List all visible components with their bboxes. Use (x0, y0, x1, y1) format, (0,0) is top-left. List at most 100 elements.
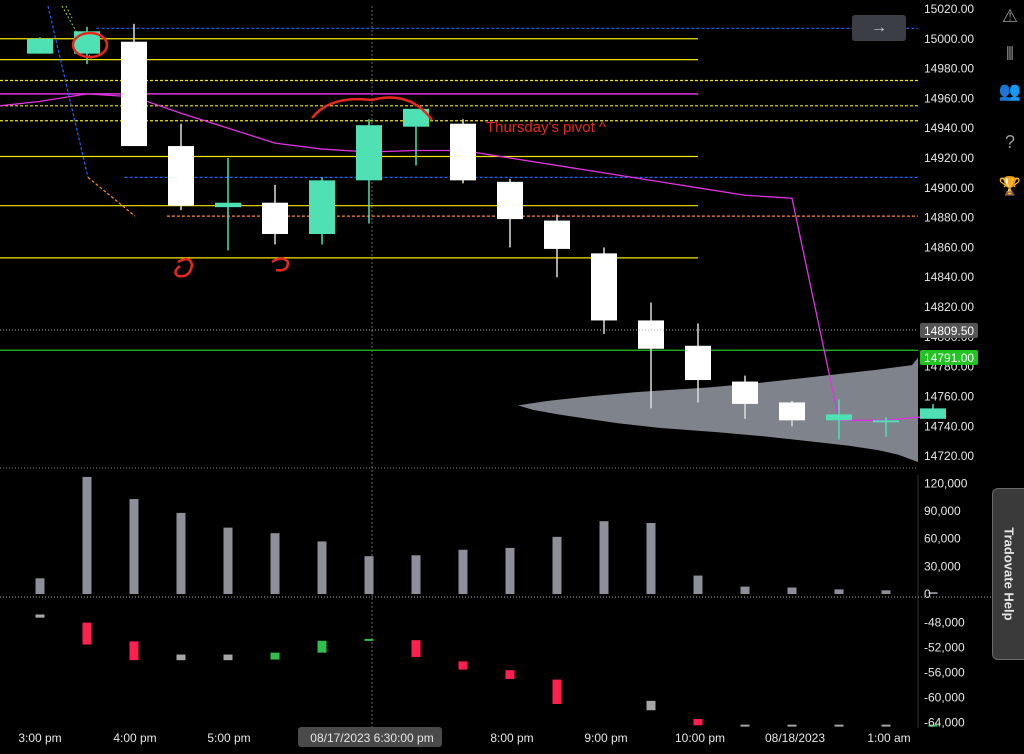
candle-body (732, 381, 758, 404)
volume-bar (740, 586, 750, 594)
time-tick-label: 4:00 pm (113, 731, 156, 745)
volume-bar (458, 549, 468, 594)
candle-body (873, 420, 899, 423)
price-tick-label: 14880.00 (924, 211, 974, 225)
delta-tick-label: -52,000 (924, 641, 965, 655)
volume-bar (552, 536, 562, 594)
delta-bar (35, 614, 45, 618)
channel-line (87, 176, 136, 217)
candle-body (685, 345, 711, 381)
volume-profile (518, 357, 918, 463)
delta-bar (317, 640, 327, 653)
candle-body (920, 408, 946, 419)
time-tick-label: 3:00 pm (18, 731, 61, 745)
delta-bar (881, 724, 891, 727)
current-price-label: 14809.50 (924, 324, 974, 338)
price-tick-label: 14720.00 (924, 449, 974, 463)
delta-bar (129, 641, 139, 661)
price-tick-label: 14860.00 (924, 240, 974, 254)
scroll-right-button[interactable]: → (852, 15, 906, 41)
volume-bar (881, 590, 891, 594)
price-tick-label: 14760.00 (924, 389, 974, 403)
delta-bar (693, 718, 703, 726)
volume-bar (82, 476, 92, 594)
delta-bar (223, 654, 233, 661)
price-tick-label: 14820.00 (924, 300, 974, 314)
delta-tick-label: -60,000 (924, 691, 965, 705)
time-tick-label: 8:00 pm (490, 731, 533, 745)
annotation-text: Thursday's pivot ^ (486, 119, 606, 136)
delta-bar (364, 638, 374, 641)
volume-bar (223, 527, 233, 594)
bars-icon[interactable]: ⦀ (996, 40, 1024, 68)
candle-body (450, 123, 476, 181)
help-tab[interactable]: Tradovate Help (992, 488, 1024, 660)
volume-bar (411, 555, 421, 594)
candle-body (121, 41, 147, 147)
delta-tick-label: -56,000 (924, 666, 965, 680)
candle-body (779, 402, 805, 421)
trophy-icon[interactable]: 🏆 (996, 172, 1024, 200)
delta-tick-label: -64,000 (924, 716, 965, 730)
candle-body (168, 146, 194, 206)
candle-body (356, 125, 382, 181)
price-tick-label: 14740.00 (924, 419, 974, 433)
volume-bar (834, 589, 844, 594)
delta-bar (176, 654, 186, 661)
chart-canvas[interactable]: 15020.00 15000.00 14980.00 14960.00 14940.00… (0, 0, 1024, 754)
volume-bar (505, 547, 515, 594)
candle-body (544, 220, 570, 249)
volume-bar (787, 587, 797, 594)
volume-tick-label: 60,000 (924, 532, 961, 546)
delta-bar (82, 622, 92, 645)
volume-bar (317, 541, 327, 594)
time-tick-label: 08/17/2023 6:30:00 pm (310, 731, 433, 745)
time-tick-label: 5:00 pm (207, 731, 250, 745)
price-tick-label: 15020.00 (924, 2, 974, 16)
annotation-circle (174, 257, 194, 278)
channel-line (65, 5, 73, 19)
delta-tick-label: -48,000 (924, 616, 965, 630)
help-tab-label: Tradovate Help (1001, 527, 1017, 621)
time-tick-label: 08/18/2023 (765, 731, 825, 745)
annotation-circle (271, 257, 290, 272)
delta-bar (505, 670, 515, 679)
volume-bar (176, 512, 186, 594)
candle-body (497, 181, 523, 220)
price-tick-label: 14840.00 (924, 270, 974, 284)
delta-bar (740, 724, 750, 727)
volume-tick-label: 90,000 (924, 504, 961, 518)
volume-bar (646, 523, 656, 594)
candle-body (309, 180, 335, 234)
volume-bar (693, 575, 703, 594)
candle-body (638, 320, 664, 349)
volume-bar (364, 556, 374, 594)
volume-tick-label: 120,000 (924, 476, 968, 490)
price-tick-label: 14900.00 (924, 181, 974, 195)
candle-body (215, 202, 241, 208)
volume-tick-label: 30,000 (924, 559, 961, 573)
delta-bar (834, 724, 844, 727)
volume-bar (35, 578, 45, 594)
delta-bar (787, 724, 797, 727)
warning-icon[interactable]: ⚠ (996, 2, 1024, 30)
price-tick-label: 14980.00 (924, 62, 974, 76)
delta-bar (552, 679, 562, 704)
volume-bar (599, 521, 609, 594)
candle-body (826, 414, 852, 421)
green-level-label: 14791.00 (924, 351, 974, 365)
price-tick-label: 14920.00 (924, 151, 974, 165)
volume-tick-label: 0 (924, 587, 931, 601)
delta-bar (458, 661, 468, 670)
delta-bar (646, 700, 656, 711)
volume-bar (129, 499, 139, 594)
time-tick-label: 10:00 pm (675, 731, 725, 745)
candle-body (262, 202, 288, 234)
time-tick-label: 1:00 am (867, 731, 910, 745)
delta-bar (411, 640, 421, 658)
users-icon[interactable]: 👥 (996, 77, 1024, 105)
volume-bar (270, 533, 280, 594)
price-tick-label: 14960.00 (924, 91, 974, 105)
price-tick-label: 14940.00 (924, 121, 974, 135)
help-icon[interactable]: ? (996, 128, 1024, 156)
